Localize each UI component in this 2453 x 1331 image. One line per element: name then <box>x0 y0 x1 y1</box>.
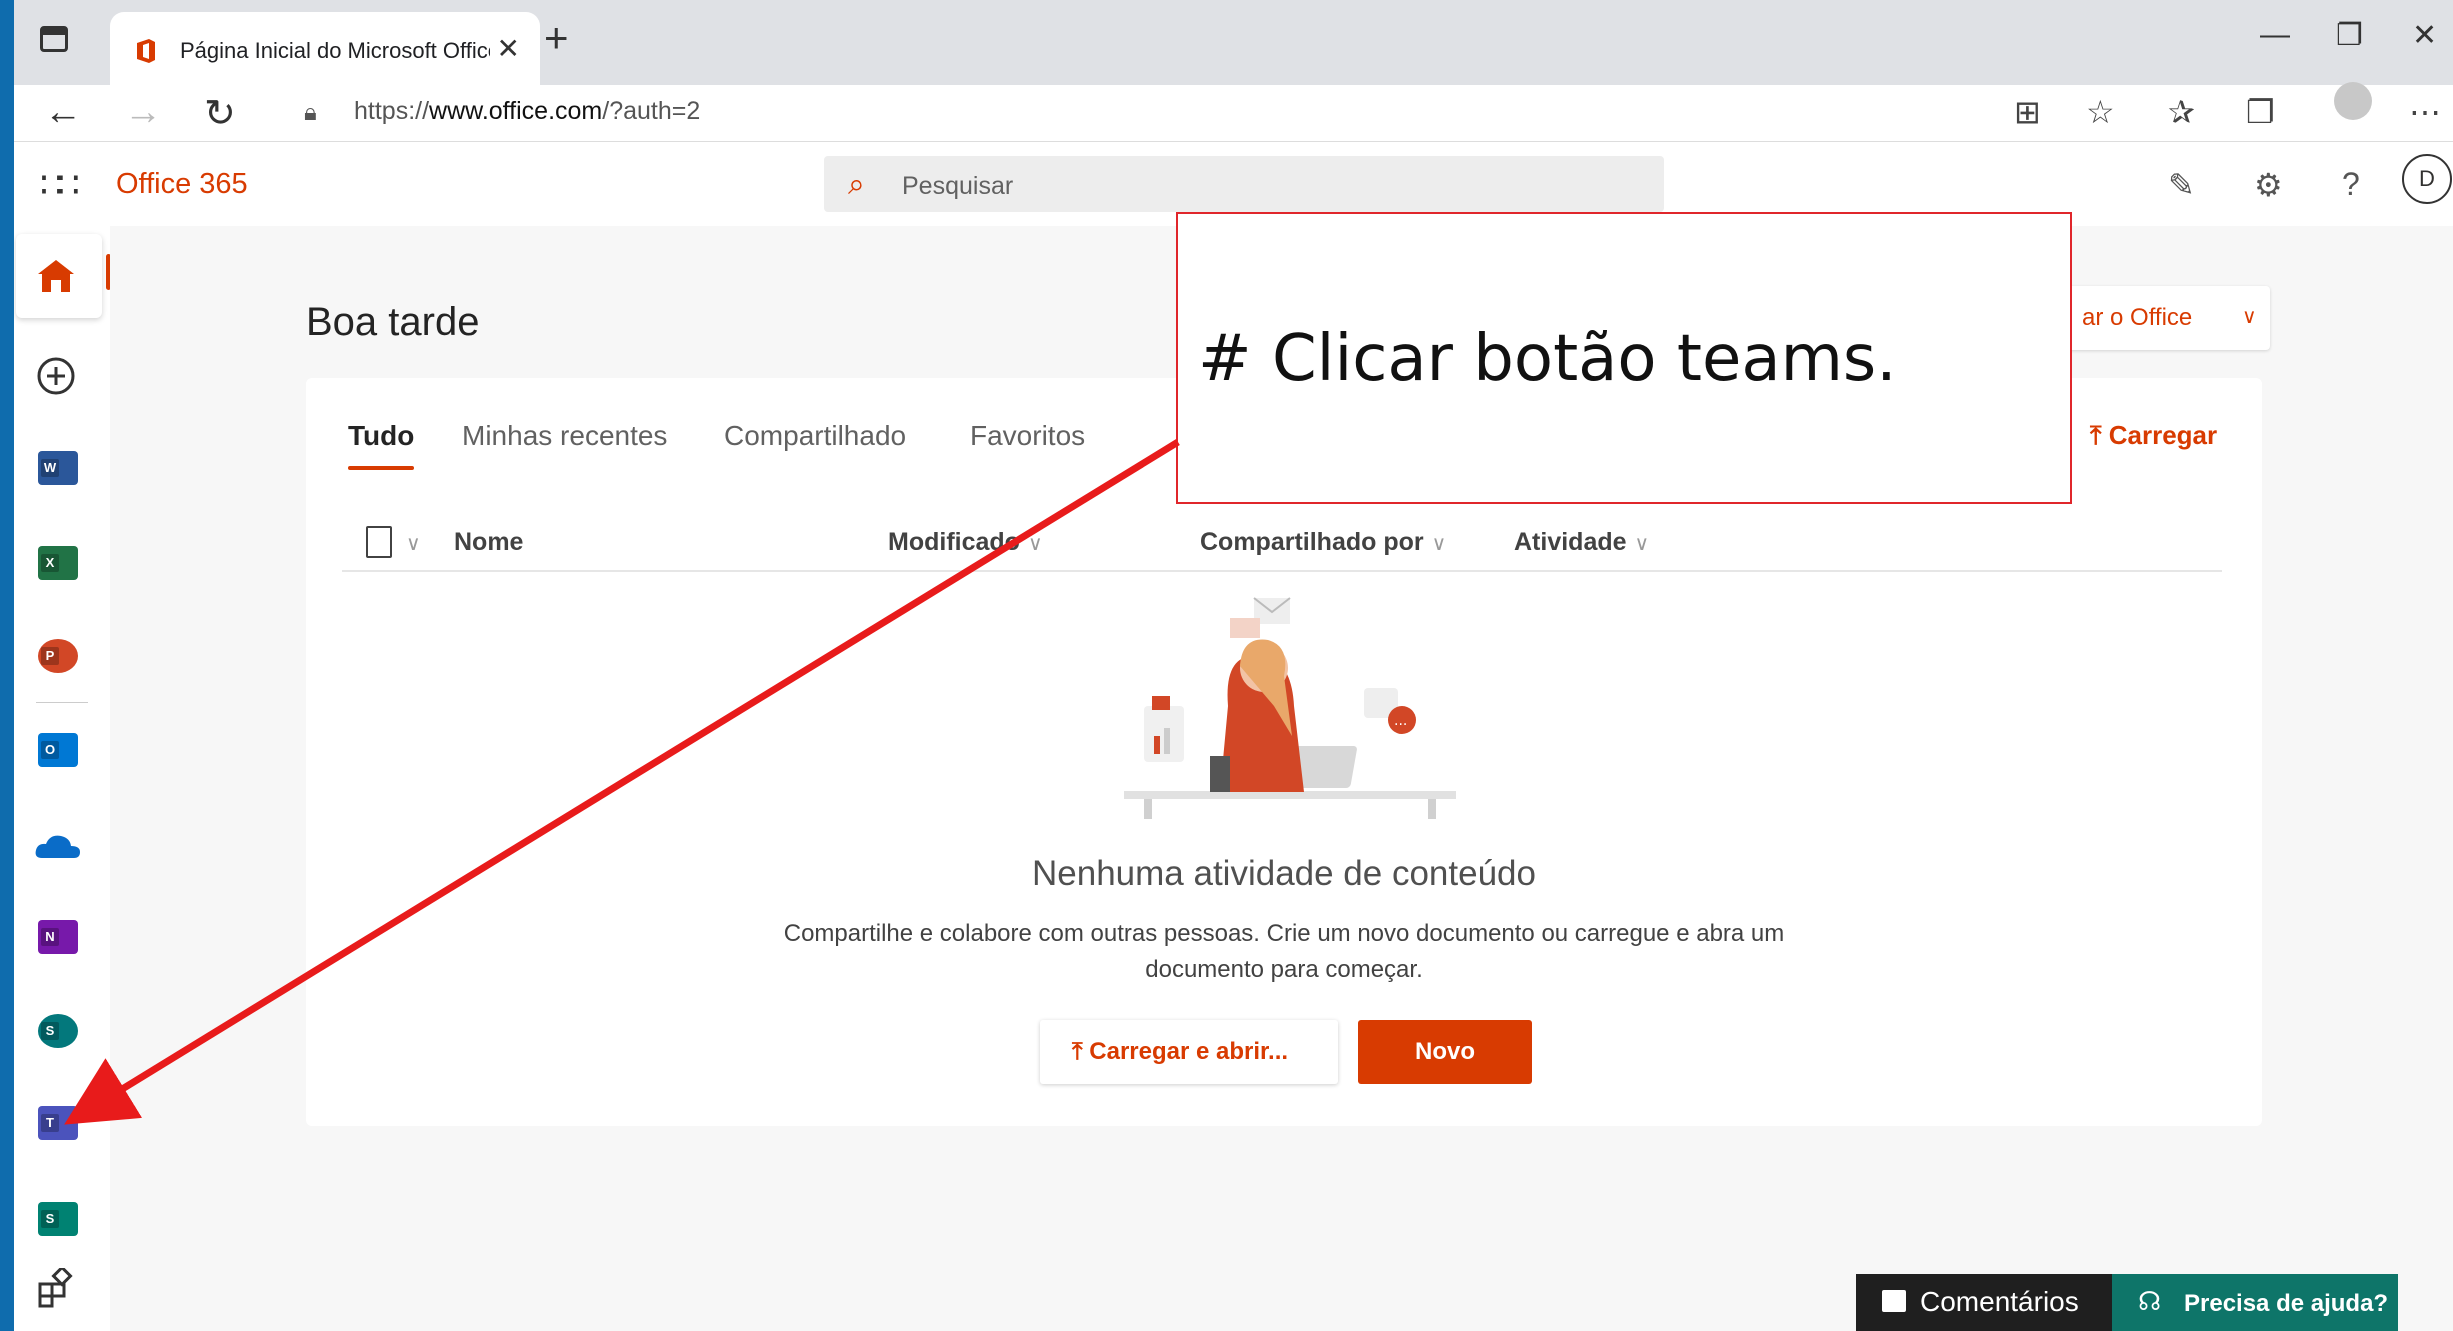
browser-window: Página Inicial do Microsoft Office ✕ + —… <box>14 0 2453 1331</box>
file-table-header: ∨ Nome Modificado ∨ Compartilhado por ∨ At… <box>342 520 2222 572</box>
chevron-down-icon[interactable]: ∨ <box>406 533 421 555</box>
annotation-text: # Clicar botão teams. <box>1198 322 1897 396</box>
outlook-icon[interactable]: O <box>38 733 78 767</box>
minimize-icon[interactable]: — <box>2260 18 2290 52</box>
user-avatar[interactable]: D <box>2402 154 2452 204</box>
forward-icon[interactable]: → <box>124 91 162 134</box>
add-favorite-icon[interactable]: ☆ <box>2086 93 2115 131</box>
upload-and-open-button[interactable]: ⤒ Carregar e abrir... <box>1040 1020 1338 1084</box>
empty-state-illustration: ... <box>1124 597 1456 819</box>
feedback-button[interactable]: Comentários <box>1856 1274 2112 1331</box>
tab-favorites[interactable]: Favoritos <box>970 420 1085 452</box>
all-apps-icon[interactable] <box>36 1268 76 1308</box>
file-type-icon[interactable] <box>366 526 392 558</box>
rail-divider <box>36 702 88 703</box>
favorites-icon[interactable]: ✰ <box>2168 93 2195 131</box>
sway-icon[interactable]: S <box>38 1202 78 1236</box>
comment-icon <box>1882 1290 1906 1312</box>
onedrive-icon[interactable] <box>34 830 82 860</box>
more-icon[interactable]: ⋯ <box>2409 93 2441 131</box>
search-placeholder: Pesquisar <box>902 172 1014 200</box>
headset-icon: ☊ <box>2138 1286 2162 1316</box>
excel-icon[interactable]: X <box>38 546 78 580</box>
upload-icon: ⤒ <box>1072 1038 1083 1065</box>
tab-actions-icon[interactable] <box>40 26 68 52</box>
teams-icon[interactable]: T <box>38 1106 78 1140</box>
search-box[interactable]: ⌕ Pesquisar <box>824 156 1664 212</box>
url-text[interactable]: https://www.office.com/?auth=2 <box>354 97 700 126</box>
close-window-icon[interactable]: ✕ <box>2412 18 2437 53</box>
browser-navbar: ← → ↻ 🔒︎ https://www.office.com/?auth=2 … <box>14 85 2453 142</box>
need-help-label: Precisa de ajuda? <box>2184 1290 2389 1317</box>
column-activity[interactable]: Atividade ∨ <box>1514 528 1649 557</box>
tab-all[interactable]: Tudo <box>348 420 414 452</box>
back-icon[interactable]: ← <box>44 91 82 134</box>
column-shared-by[interactable]: Compartilhado por ∨ <box>1200 528 1446 557</box>
sharepoint-icon[interactable]: S <box>38 1014 78 1048</box>
upload-and-open-label: Carregar e abrir... <box>1089 1038 1289 1065</box>
restore-icon[interactable]: ❐ <box>2336 18 2363 53</box>
feedback-label: Comentários <box>1920 1286 2079 1317</box>
svg-text:...: ... <box>1394 713 1407 729</box>
search-icon: ⌕ <box>848 168 865 201</box>
install-office-label: ar o Office <box>2082 304 2193 331</box>
chevron-down-icon: ∨ <box>2242 306 2257 328</box>
tab-recent[interactable]: Minhas recentes <box>462 420 667 452</box>
empty-state-description: Compartilhe e colabore com outras pessoa… <box>783 920 1785 983</box>
powerpoint-icon[interactable]: P <box>38 639 78 673</box>
refresh-icon[interactable]: ↻ <box>204 91 236 136</box>
lock-icon[interactable]: 🔒︎ <box>304 99 317 127</box>
install-office-button[interactable]: ar o Office ∨ <box>2060 286 2270 350</box>
column-modified[interactable]: Modificado ∨ <box>888 528 1043 557</box>
tab-title: Página Inicial do Microsoft Office <box>180 38 490 63</box>
empty-state-title: Nenhuma atividade de conteúdo <box>1032 854 1536 893</box>
app-launcher-icon[interactable]: ∷∷ <box>40 164 80 206</box>
app-available-icon[interactable]: ⊞ <box>2014 93 2041 131</box>
create-plus-icon[interactable] <box>36 356 76 396</box>
upload-label: Carregar <box>2108 420 2218 450</box>
browser-profile-avatar[interactable] <box>2334 82 2372 120</box>
whats-new-icon[interactable]: ✎ <box>2168 166 2195 204</box>
close-tab-icon[interactable]: ✕ <box>497 32 520 65</box>
new-tab-button[interactable]: + <box>544 14 569 62</box>
tab-all-underline <box>348 466 414 470</box>
word-icon[interactable]: W <box>38 451 78 485</box>
need-help-button[interactable]: ☊ Precisa de ajuda? <box>2112 1274 2398 1331</box>
browser-tab[interactable]: Página Inicial do Microsoft Office ✕ <box>110 12 540 85</box>
annotation-callout: # Clicar botão teams. <box>1176 212 2072 504</box>
collections-icon[interactable]: ❐ <box>2246 93 2275 131</box>
upload-icon: ⤒ <box>2090 420 2102 450</box>
tab-shared[interactable]: Compartilhado <box>724 420 906 452</box>
app-rail: W X P O N S T S <box>14 226 111 1331</box>
new-document-button[interactable]: Novo <box>1358 1020 1532 1084</box>
office-logo-icon <box>137 39 155 63</box>
settings-gear-icon[interactable]: ⚙ <box>2254 166 2283 204</box>
column-name[interactable]: Nome <box>454 528 523 557</box>
home-icon[interactable] <box>36 258 76 294</box>
office-brand[interactable]: Office 365 <box>116 168 248 201</box>
onenote-icon[interactable]: N <box>38 920 78 954</box>
greeting-title: Boa tarde <box>306 300 480 344</box>
help-icon[interactable]: ? <box>2342 166 2360 203</box>
browser-titlebar: Página Inicial do Microsoft Office ✕ + —… <box>14 0 2453 85</box>
upload-button[interactable]: ⤒ Carregar <box>2090 420 2217 452</box>
